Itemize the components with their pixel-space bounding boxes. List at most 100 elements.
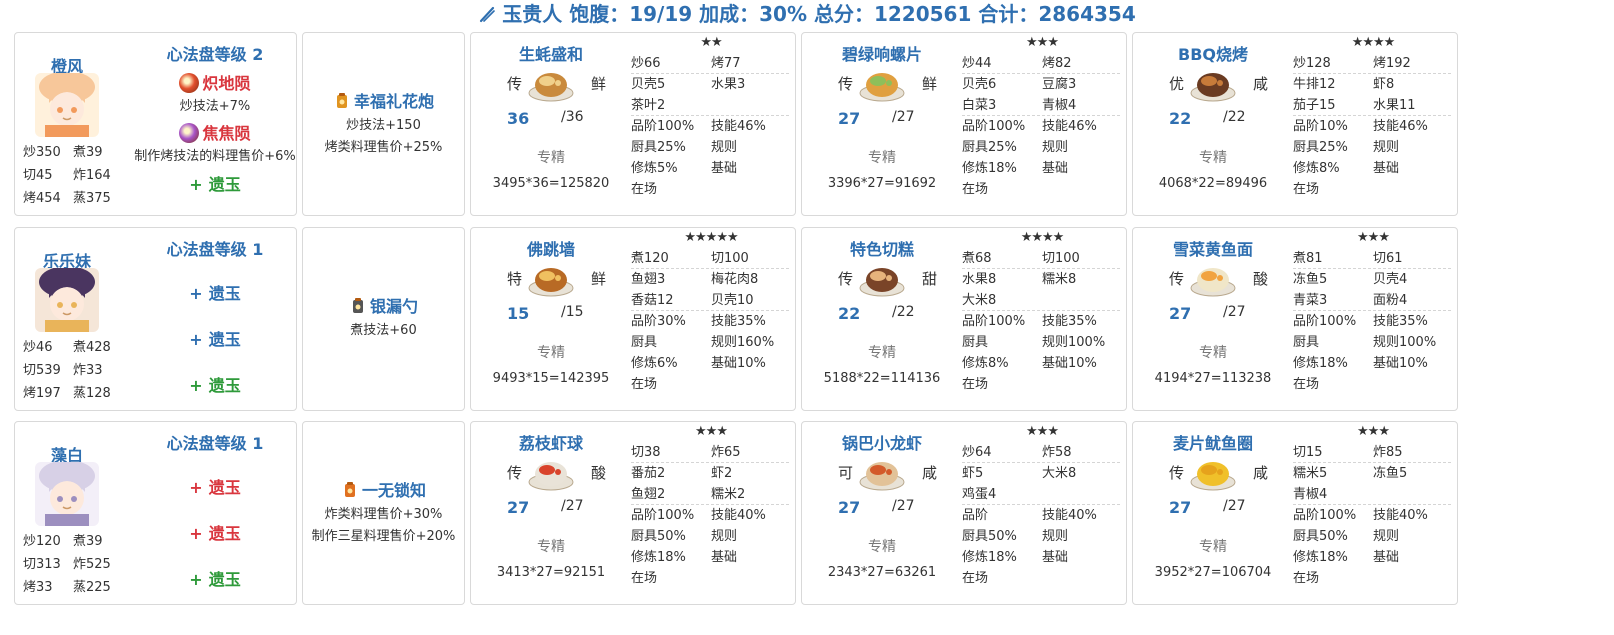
recipe-name[interactable]: 荔枝虾球 xyxy=(471,430,631,454)
detail-cell: 煮81 xyxy=(1293,251,1323,266)
recipe-card[interactable]: 碧绿响螺片传 鲜 27/27 专精 3396*27=91692 ★★★ 炒44 烤82 贝壳6… xyxy=(801,32,1127,216)
jade-slot[interactable]: + 遗玉 xyxy=(125,328,305,352)
detail-cell: 面粉4 xyxy=(1373,293,1408,308)
stat-value: 烤197 xyxy=(23,386,61,401)
recipe-card[interactable]: 麦片鱿鱼圈传 咸 27/27 专精 3952*27=106704 ★★★ 切15 炸85 糯米… xyxy=(1132,421,1458,605)
recipe-name[interactable]: 锅巴小龙虾 xyxy=(802,430,962,454)
detail-cell: 基础10% xyxy=(1373,356,1428,371)
recipe-quantity[interactable]: 27 xyxy=(1169,304,1191,323)
recipe-name[interactable]: 麦片鱿鱼圈 xyxy=(1133,430,1293,454)
stat-row: 烤454 蒸375 xyxy=(23,187,123,210)
jade-slot[interactable]: + 遗玉 xyxy=(125,173,305,197)
recipe-name[interactable]: 碧绿响螺片 xyxy=(802,41,962,65)
dish-icon xyxy=(1189,452,1237,492)
equip-card[interactable]: 幸福礼花炮 炒技法+150 烤类料理售价+25% xyxy=(302,32,465,216)
chef-avatar[interactable] xyxy=(35,73,99,137)
detail-cell xyxy=(711,568,791,589)
equip-icon xyxy=(341,481,359,499)
detail-cell: 规则100% xyxy=(1042,335,1106,350)
equip-effect: 炸类料理售价+30% xyxy=(324,507,443,522)
jade-slot[interactable]: + 遗玉 xyxy=(125,476,305,500)
recipe-card[interactable]: 雪菜黄鱼面传 酸 27/27 专精 4194*27=113238 ★★★ 煮81 切61 冻鱼… xyxy=(1132,227,1458,411)
jade-slot[interactable]: + 遗玉 xyxy=(125,522,305,546)
detail-cell: 水果8 xyxy=(962,272,997,287)
recipe-taste: 甜 xyxy=(922,270,938,288)
dish-icon xyxy=(1189,258,1237,298)
equip-body: 银漏勺 煮技法+60 xyxy=(303,294,464,342)
recipe-quantity[interactable]: 15 xyxy=(507,304,529,323)
dish-icon xyxy=(527,258,575,298)
detail-separator xyxy=(1293,73,1451,74)
recipe-max-quantity: /36 xyxy=(561,109,584,125)
recipe-score-formula: 4194*27=113238 xyxy=(1154,371,1272,386)
detail-cell: 烤77 xyxy=(711,56,741,71)
detail-cell xyxy=(1042,290,1122,311)
recipe-quantity[interactable]: 27 xyxy=(838,498,860,517)
equip-card[interactable]: 一无锁知 炸类料理售价+30% 制作三星料理售价+20% xyxy=(302,421,465,605)
detail-cell: 基础 xyxy=(711,161,738,176)
jade-label: 遗玉 xyxy=(208,478,241,497)
equip-icon xyxy=(333,92,351,110)
recipe-rarity: 传 xyxy=(838,75,854,93)
chef-avatar[interactable] xyxy=(35,462,99,526)
detail-cell: 茄子15 xyxy=(1293,98,1336,113)
recipe-name[interactable]: 佛跳墙 xyxy=(471,236,631,260)
detail-cell: 贝壳5 xyxy=(631,77,666,92)
stat-row: 炒46 煮428 xyxy=(23,336,123,359)
recipe-card[interactable]: 特色切糕传 甜 22/22 专精 5188*22=114136 ★★★★ 煮68 切100 水… xyxy=(801,227,1127,411)
stat-value: 烤454 xyxy=(23,191,61,206)
recipe-card[interactable]: 佛跳墙特 鲜 15/15 专精 9493*15=142395 ★★★★★ 煮120 切100… xyxy=(470,227,796,411)
stat-value: 切539 xyxy=(23,363,61,378)
stat-row: 切313 炸525 xyxy=(23,553,123,576)
recipe-name[interactable]: 雪菜黄鱼面 xyxy=(1133,236,1293,260)
recipe-taste: 鲜 xyxy=(591,75,607,93)
detail-cell: 修炼18% xyxy=(1293,550,1348,565)
amber-icon xyxy=(179,73,200,93)
recipe-quantity[interactable]: 27 xyxy=(838,109,860,128)
recipe-quantity[interactable]: 22 xyxy=(838,304,860,323)
detail-cell: 香菇12 xyxy=(631,293,674,308)
detail-cell: 冻鱼5 xyxy=(1373,466,1408,481)
equip-effect: 煮技法+60 xyxy=(350,323,417,338)
detail-cell: 基础10% xyxy=(711,356,766,371)
detail-cell: 厨具50% xyxy=(962,529,1017,544)
detail-separator xyxy=(1293,504,1451,505)
detail-cell: 基础10% xyxy=(1042,356,1097,371)
detail-cell: 基础 xyxy=(711,550,738,565)
detail-cell xyxy=(1373,179,1453,200)
stat-value: 炸164 xyxy=(73,168,111,183)
detail-cell xyxy=(1042,484,1122,505)
detail-cell xyxy=(1042,374,1122,395)
equip-card[interactable]: 银漏勺 煮技法+60 xyxy=(302,227,465,411)
recipe-rarity: 传 xyxy=(1169,464,1185,482)
recipe-card[interactable]: 荔枝虾球传 酸 27/27 专精 3413*27=92151 ★★★ 切38 炸65 番茄2 虾… xyxy=(470,421,796,605)
recipe-rarity: 传 xyxy=(507,75,523,93)
detail-cell: 规则 xyxy=(1373,529,1400,544)
recipe-name[interactable]: 特色切糕 xyxy=(802,236,962,260)
jade-slot[interactable]: + 遗玉 xyxy=(125,374,305,398)
recipe-name[interactable]: BBQ烧烤 xyxy=(1133,41,1293,65)
detail-cell: 炸65 xyxy=(711,445,741,460)
detail-separator xyxy=(631,115,789,116)
recipe-quantity[interactable]: 22 xyxy=(1169,109,1191,128)
jade-slot[interactable]: + 遗玉 xyxy=(125,282,305,306)
recipe-card[interactable]: 生蚝盛和传 鲜 36/36 专精 3495*36=125820 ★★ 炒66 烤77 贝壳5 水… xyxy=(470,32,796,216)
recipe-quantity[interactable]: 27 xyxy=(507,498,529,517)
detail-cell: 炸58 xyxy=(1042,445,1072,460)
amber-slot[interactable]: 焦焦陨 xyxy=(125,121,305,147)
recipe-card[interactable]: BBQ烧烤优 咸 22/22 专精 4068*22=89496 ★★★★ 炒128 烤192… xyxy=(1132,32,1458,216)
recipe-card[interactable]: 锅巴小龙虾可 咸 27/27 专精 2343*27=63261 ★★★ 炒64 炸58 虾5 大… xyxy=(801,421,1127,605)
jade-slot[interactable]: + 遗玉 xyxy=(125,568,305,592)
recipe-skill-level: 专精 xyxy=(1199,150,1227,166)
detail-cell: 技能35% xyxy=(711,314,766,329)
equip-icon xyxy=(349,297,367,315)
recipe-max-quantity: /27 xyxy=(1223,304,1246,320)
detail-cell: 茶叶2 xyxy=(631,98,666,113)
recipe-quantity[interactable]: 36 xyxy=(507,109,529,128)
chef-avatar[interactable] xyxy=(35,268,99,332)
recipe-quantity[interactable]: 27 xyxy=(1169,498,1191,517)
detail-separator xyxy=(1293,268,1451,269)
xinfa-level: 心法盘等级 1 xyxy=(166,434,264,453)
amber-slot[interactable]: 炽地陨 xyxy=(125,71,305,97)
recipe-name[interactable]: 生蚝盛和 xyxy=(471,41,631,65)
